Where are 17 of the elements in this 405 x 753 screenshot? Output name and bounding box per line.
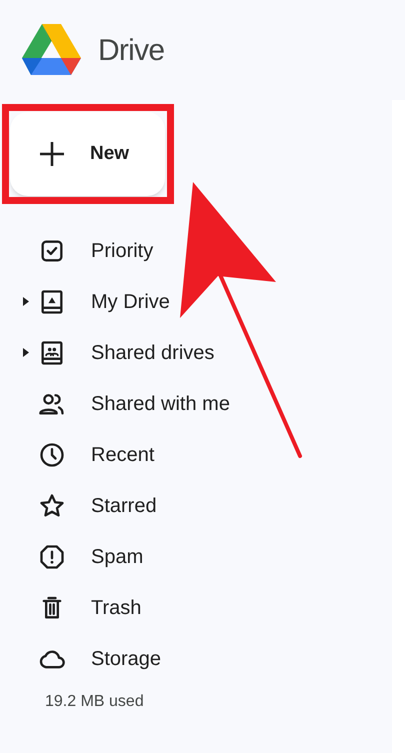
nav-item[interactable]: My Drive [0,276,300,327]
nav-item[interactable]: Shared drives [0,327,300,378]
plus-icon [38,140,66,168]
clock-icon [38,440,66,468]
nav-item[interactable]: Starred [0,480,300,531]
nav-item[interactable]: Shared with me [0,378,300,429]
spam-icon [38,542,66,570]
star-icon [38,492,66,520]
app-title: Drive [98,32,164,68]
nav-item[interactable]: Priority [0,225,300,276]
nav-item[interactable]: Spam [0,531,300,582]
drive-logo-icon [22,24,81,76]
nav-item[interactable]: Storage [0,633,300,684]
nav-item[interactable]: Trash [0,582,300,633]
new-button[interactable]: New [10,112,165,196]
storage-usage: 19.2 MB used [44,692,145,712]
nav-item[interactable]: Recent [0,429,300,480]
